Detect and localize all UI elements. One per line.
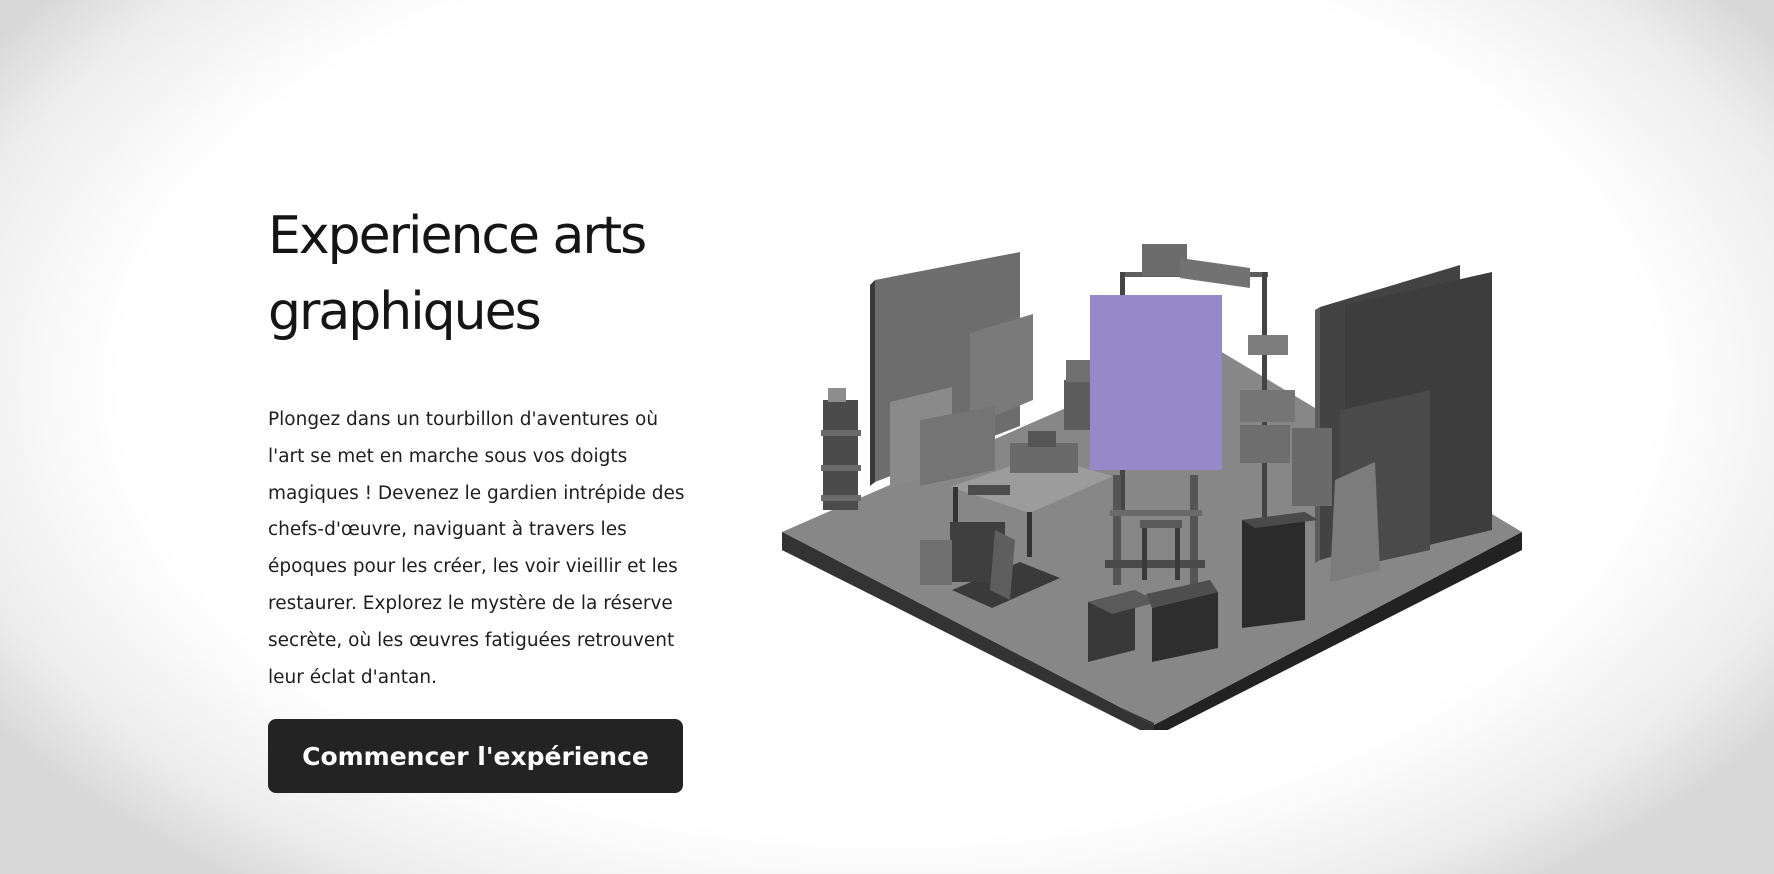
start-experience-button[interactable]: Commencer l'expérience	[268, 719, 683, 793]
stack-boxes	[1064, 380, 1094, 430]
left-shelf	[823, 400, 858, 510]
table-box-small	[1028, 431, 1056, 447]
back-shelf-box	[1240, 425, 1290, 463]
back-shelf-crate	[1180, 258, 1250, 288]
easel-bar	[1110, 510, 1202, 516]
hero-text: Experience arts graphiques Plongez dans …	[268, 198, 708, 696]
stool-leg	[1175, 528, 1180, 580]
large-canvas-side	[870, 280, 875, 486]
table-leg	[953, 487, 958, 527]
stack-boxes	[1066, 360, 1092, 382]
left-shelf-board	[821, 430, 861, 436]
left-shelf-board	[821, 495, 861, 501]
art-studio-3d-scene[interactable]	[770, 230, 1530, 730]
back-shelf-box	[1240, 390, 1295, 422]
easel-post	[1113, 475, 1121, 585]
table-box-flat	[968, 485, 1010, 495]
hero-description: Plongez dans un tourbillon d'aventures o…	[268, 409, 685, 688]
tall-box	[1292, 428, 1332, 506]
hero-title: Experience arts graphiques	[268, 206, 647, 342]
back-shelf-box	[1248, 335, 1288, 355]
left-shelf-board	[821, 465, 861, 471]
easel-bar	[1105, 560, 1205, 568]
shelf-pot	[828, 388, 846, 402]
sculpture	[920, 540, 952, 585]
highlighted-canvas[interactable]	[1090, 295, 1222, 470]
dark-crate[interactable]	[1242, 512, 1305, 628]
stool-leg	[1142, 528, 1147, 580]
easel-post	[1190, 475, 1198, 585]
table-box	[1010, 443, 1078, 473]
stool	[1140, 520, 1182, 528]
table-leg	[1027, 512, 1032, 557]
statue	[1330, 462, 1380, 582]
